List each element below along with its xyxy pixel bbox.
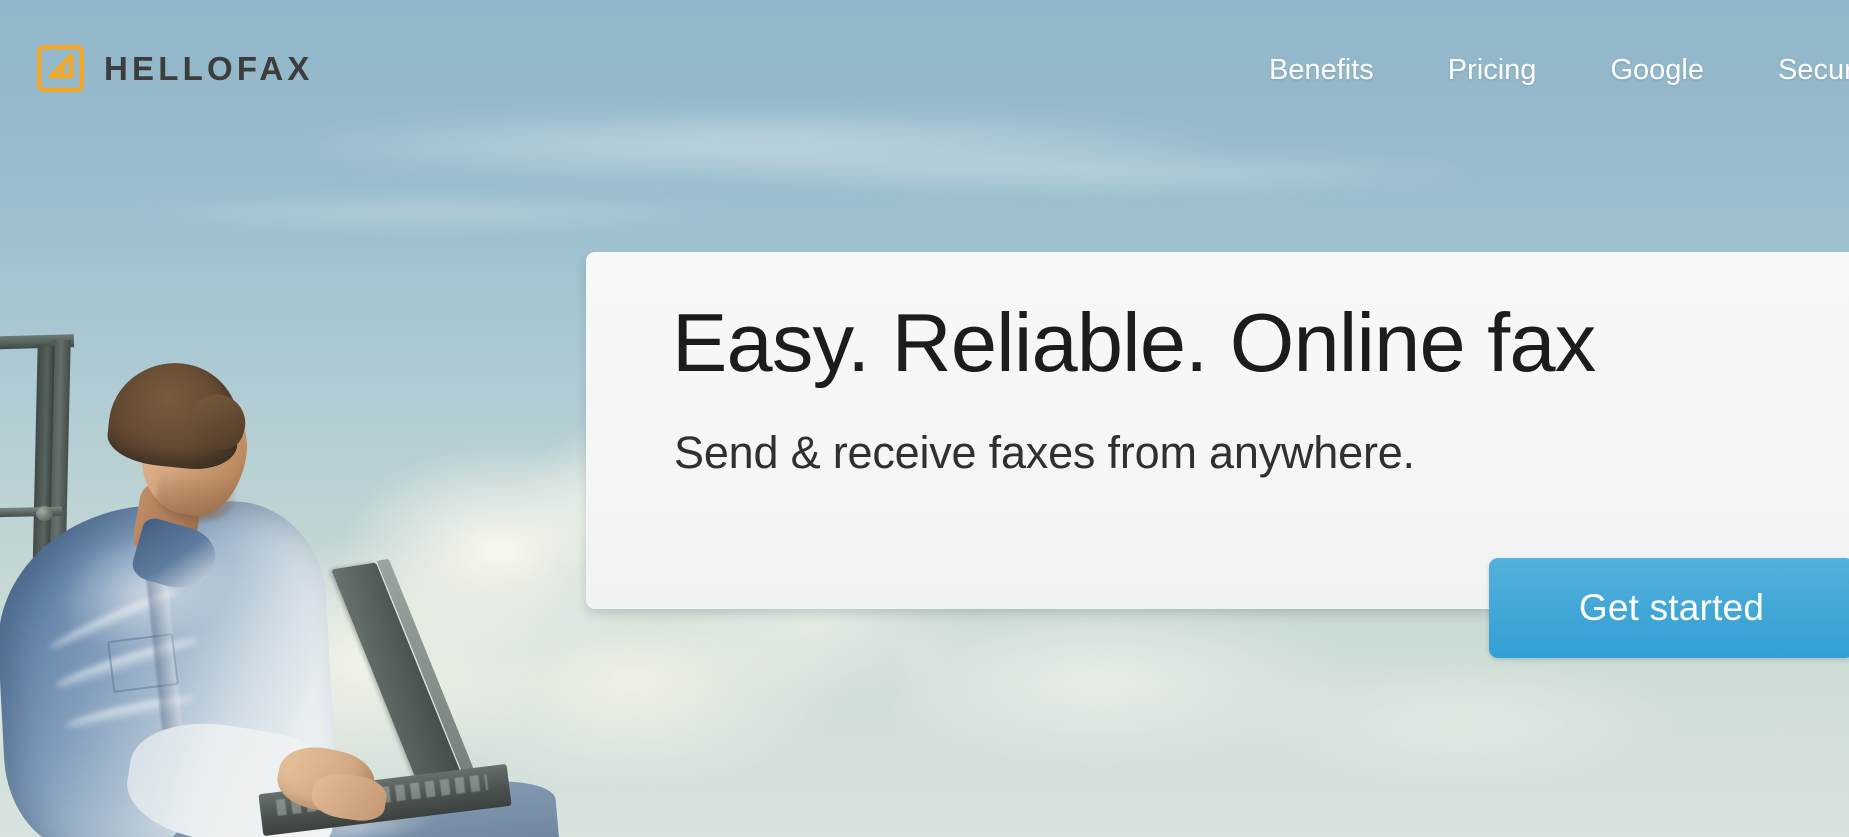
page-title: Easy. Reliable. Online fax [672,296,1596,389]
nav-item: Google [1573,50,1741,90]
nav-link-pricing[interactable]: Pricing [1411,50,1574,90]
cloud-wisp-icon [720,150,1480,196]
nav-link-security[interactable]: Secur [1741,50,1849,90]
fax-document-icon [37,45,84,92]
cloud-wisp-icon [120,196,740,230]
person-with-laptop [0,355,580,837]
nav-item: Benefits [1232,50,1411,90]
nav-item: Pricing [1411,50,1574,90]
hero-subtitle: Send & receive faxes from anywhere. [674,427,1415,478]
brand-wordmark: HELLOFAX [104,50,314,87]
nav-links-list: Benefits Pricing Google Secur [1232,50,1849,90]
nav-link-google[interactable]: Google [1573,50,1741,90]
hellofax-landing-page: HELLOFAX Benefits Pricing Google Secur E… [0,0,1849,837]
hero-card: Easy. Reliable. Online fax Send & receiv… [586,252,1849,609]
nav-item: Secur [1741,50,1849,90]
get-started-button[interactable]: Get started [1489,558,1849,658]
brand-logo-link[interactable]: HELLOFAX [36,44,314,93]
nav-link-benefits[interactable]: Benefits [1232,50,1411,90]
top-navigation-bar: HELLOFAX Benefits Pricing Google Secur [0,0,1849,140]
